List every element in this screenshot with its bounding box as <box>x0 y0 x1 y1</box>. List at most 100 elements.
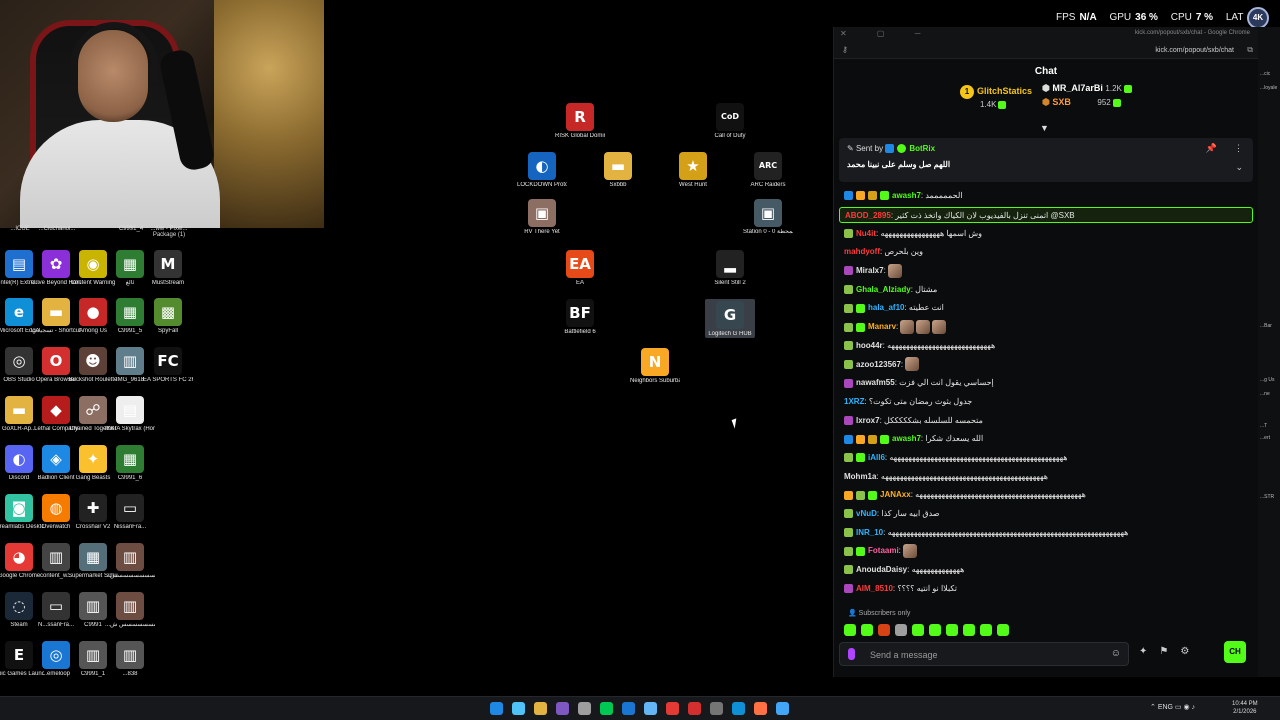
chat-username[interactable]: Miralx7 <box>856 266 884 275</box>
chat-username[interactable]: awash7 <box>892 191 921 200</box>
chat-message[interactable]: AIM_8510: تكبلاا نو انتيه ؟؟؟؟ <box>839 580 1253 599</box>
desktop-center-icon-3[interactable]: ▬ Sxbbb <box>593 152 643 189</box>
desktop-center-icon-7[interactable]: ▣ Station 0 - المحطة 0 <box>743 199 793 236</box>
desktop-center-icon-0[interactable]: R RISK Global Domination <box>555 103 605 140</box>
desktop-partial-label[interactable]: ...Ciuchanoi... <box>31 226 83 232</box>
chat-username[interactable]: ABOD_2895 <box>845 211 891 220</box>
taskbar-app-icon[interactable] <box>754 702 767 715</box>
chat-username[interactable]: hoo44r <box>856 341 883 350</box>
expand-leaderboard-icon[interactable]: ▼ <box>1040 123 1049 133</box>
chat-username[interactable]: vNuD <box>856 509 877 518</box>
chat-username[interactable]: Nu4it <box>856 229 876 238</box>
chat-message[interactable]: INR_10: هههههههههههههههههههههههههههههههه… <box>839 524 1253 543</box>
desktop-icon-30[interactable]: ▥ ...بسسسسسسسسسسسسس <box>105 543 155 580</box>
quick-emote-icon[interactable] <box>997 624 1009 636</box>
chat-emote-icon[interactable] <box>903 544 918 559</box>
address-url[interactable]: kick.com/popout/sxb/chat <box>1155 47 1234 54</box>
quick-emote-icon[interactable] <box>844 624 856 636</box>
taskbar-app-icon[interactable] <box>710 702 723 715</box>
chat-message[interactable]: nawafm55: إحساسي يقول انت الي فزت <box>839 374 1253 393</box>
taskbar-app-icon[interactable] <box>666 702 679 715</box>
open-in-tab-icon[interactable]: ⧉ <box>1247 45 1253 55</box>
taskbar-app-icon[interactable] <box>644 702 657 715</box>
pin-icon[interactable]: 📌 <box>1206 143 1217 154</box>
desktop-center-icon-11[interactable]: G Logitech G HUB <box>705 299 755 338</box>
chat-username[interactable]: Fotaami <box>868 546 899 555</box>
chat-username[interactable]: mahdyoff <box>844 247 880 256</box>
pinned-user[interactable]: BotRix <box>909 144 935 153</box>
chevron-down-icon[interactable]: ⌄ <box>1235 162 1243 173</box>
chat-message[interactable]: Ghala_Alziady: مشتال <box>839 281 1253 300</box>
chat-username[interactable]: nawafm55 <box>856 378 895 387</box>
chat-emote-icon[interactable] <box>916 320 931 335</box>
emoji-icon[interactable]: ☺ <box>1111 648 1121 659</box>
desktop-icon-14[interactable]: FC EA SPORTS FC 26 <box>143 347 193 384</box>
taskbar-app-icon[interactable] <box>732 702 745 715</box>
language-indicator[interactable]: ENG <box>1158 704 1173 711</box>
taskbar-app-icon[interactable] <box>578 702 591 715</box>
desktop-center-icon-1[interactable]: CoD Call of Duty <box>705 103 755 140</box>
chat-username[interactable]: JANAxx <box>880 490 911 499</box>
more-options-icon[interactable]: ⋮ <box>1234 143 1243 154</box>
chat-username[interactable]: AIM_8510 <box>856 584 893 593</box>
chat-username[interactable]: azoo123567 <box>856 360 901 369</box>
prediction-icon[interactable]: ⚑ <box>1159 646 1180 657</box>
chat-message[interactable]: awash7: الحمممممد <box>839 187 1253 206</box>
desktop-icon-22[interactable]: ▦ C9991_6 <box>105 445 155 482</box>
desktop-partial-label[interactable]: ...ww - Pixel... Package (1) <box>143 226 195 238</box>
chat-message[interactable]: azoo123567: <box>839 356 1253 375</box>
taskbar-app-icon[interactable] <box>776 702 789 715</box>
chat-emote-icon[interactable] <box>932 320 947 335</box>
chat-username[interactable]: Ghala_Alziady <box>856 285 911 294</box>
desktop-icon-18[interactable]: ▤ IKKIA Skytrax (Horiz.) ed... <box>105 396 155 433</box>
chat-message[interactable]: JANAxx: هههههههههههههههههههههههههههههههه… <box>839 486 1253 505</box>
chat-message[interactable]: Fotaami: <box>839 542 1253 561</box>
chat-send-button[interactable]: CH <box>1224 641 1246 663</box>
chat-username[interactable]: lxrox7 <box>856 416 880 425</box>
system-tray[interactable]: ⌃ ENG ▭ ◉ ♪ <box>1150 703 1195 711</box>
leaderboard-entry-3[interactable]: ⬢ SXB 952 <box>1042 97 1121 108</box>
chat-message[interactable]: vNuD: صدق ابيه سار كذا <box>839 505 1253 524</box>
quick-emote-icon[interactable] <box>878 624 890 636</box>
site-info-icon[interactable]: ⚷ <box>842 45 848 54</box>
desktop-icon-38[interactable]: ▥ ...838 <box>105 641 155 678</box>
chat-message[interactable]: Manarv: <box>839 318 1253 337</box>
chat-message[interactable]: 1XRZ: جدول بثوث رمضان متى تكوت؟ <box>839 393 1253 412</box>
desktop-center-icon-9[interactable]: ▂ Silent Still 2 <box>705 250 755 287</box>
chat-username[interactable]: AnoudaDaisy <box>856 565 907 574</box>
taskbar-app-icon[interactable] <box>600 702 613 715</box>
chat-emote-icon[interactable] <box>900 320 915 335</box>
chat-message[interactable]: mahdyoff: وين بلحرص <box>839 243 1253 262</box>
chat-username[interactable]: hala_af10 <box>868 303 904 312</box>
chat-username[interactable]: INR_10 <box>856 528 883 537</box>
desktop-center-icon-12[interactable]: N Neighbors Suburba... <box>630 348 680 385</box>
quick-emote-icon[interactable] <box>963 624 975 636</box>
chat-username[interactable]: Mohm1a <box>844 472 876 481</box>
taskbar-app-icon[interactable] <box>512 702 525 715</box>
mic-icon[interactable] <box>848 648 855 660</box>
chat-message[interactable]: hoo44r: ههههههههههههههههههههههههههههه <box>839 337 1253 356</box>
desktop-icon-4[interactable]: M MustStream <box>143 250 193 287</box>
chat-message[interactable]: ABOD_2895: اتمنى تنزل بالفيديوب لان الكي… <box>839 206 1253 223</box>
chat-message[interactable]: lxrox7: متحمسه للسلسله بشكككككل <box>839 412 1253 431</box>
taskbar-app-icon[interactable] <box>622 702 635 715</box>
desktop-center-icon-10[interactable]: BF Battlefield 6 <box>555 299 605 336</box>
chat-message[interactable]: awash7: الله يسعدك شكرا <box>839 430 1253 449</box>
taskbar-app-icon[interactable] <box>556 702 569 715</box>
chat-username[interactable]: Manarv <box>868 322 896 331</box>
quick-emote-icon[interactable] <box>861 624 873 636</box>
desktop-center-icon-2[interactable]: ◐ LOCKDOWN Protocol <box>517 152 567 189</box>
chat-emote-icon[interactable] <box>888 263 903 278</box>
start-menu-icon[interactable] <box>490 702 503 715</box>
quick-emote-icon[interactable] <box>895 624 907 636</box>
quick-emote-icon[interactable] <box>929 624 941 636</box>
leaderboard-entry-2[interactable]: ⬢ MR_Al7arBi 1.2K <box>1042 83 1132 94</box>
chat-emote-icon[interactable] <box>905 357 920 372</box>
desktop-center-icon-8[interactable]: EA EA <box>555 250 605 287</box>
taskbar-app-icon[interactable] <box>688 702 701 715</box>
desktop-center-icon-4[interactable]: ★ West Hunt <box>668 152 718 189</box>
desktop-icon-34[interactable]: ▥ ...بسسسسسسس ش <box>105 592 155 629</box>
quick-emote-icon[interactable] <box>980 624 992 636</box>
chat-message[interactable]: iAll6: ههههههههههههههههههههههههههههههههه… <box>839 449 1253 468</box>
desktop-center-icon-6[interactable]: ▣ RV There Yet <box>517 199 567 236</box>
